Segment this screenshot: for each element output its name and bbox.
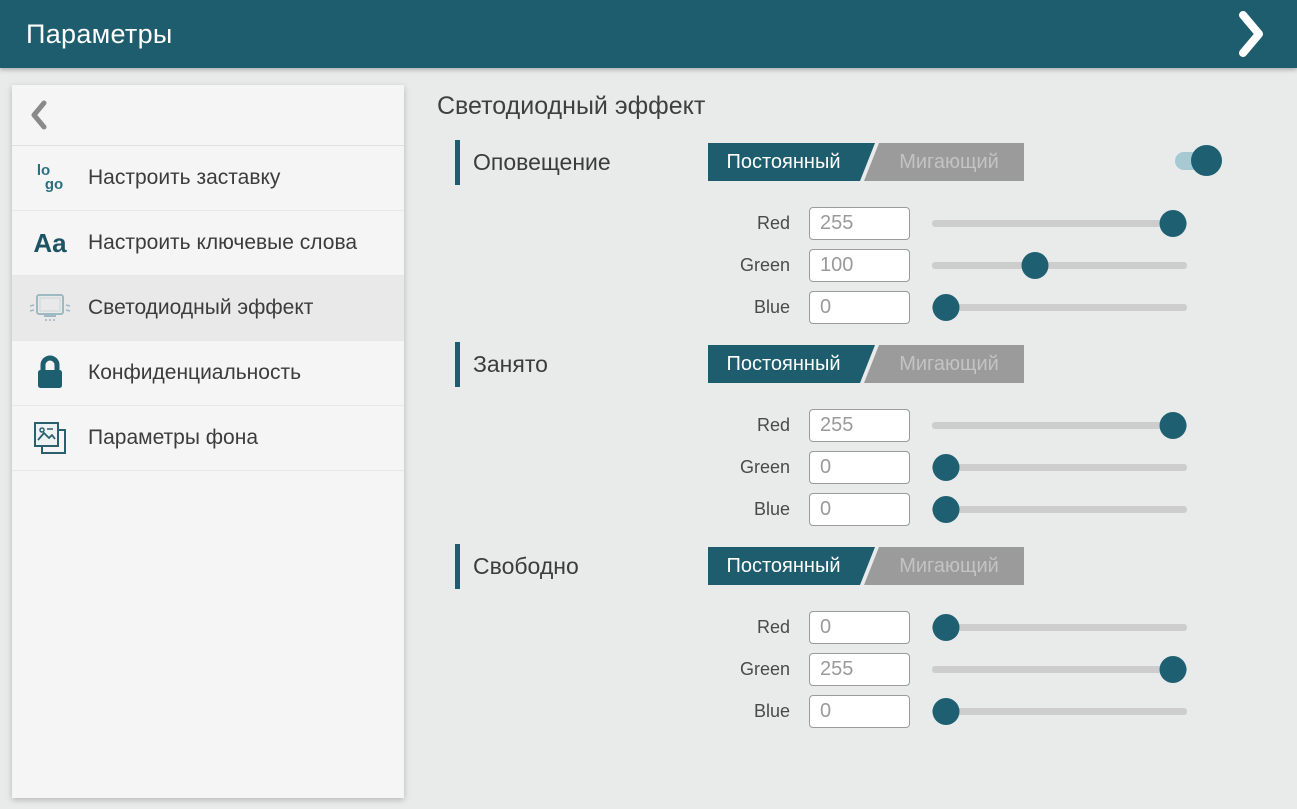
collapse-panel-button[interactable] bbox=[1231, 6, 1271, 62]
section-name: Свободно bbox=[473, 553, 579, 580]
blue-label: Blue bbox=[437, 297, 790, 318]
led-monitor-icon bbox=[12, 290, 88, 326]
slider-thumb[interactable] bbox=[933, 614, 960, 641]
red-slider[interactable] bbox=[932, 408, 1187, 442]
content-title: Светодиодный эффект bbox=[437, 92, 1297, 121]
sidebar-item-label: Конфиденциальность bbox=[88, 351, 311, 395]
sidebar-item-label: Настроить заставку bbox=[88, 156, 290, 200]
sidebar-item-label: Параметры фона bbox=[88, 416, 268, 460]
slider-thumb[interactable] bbox=[1160, 656, 1187, 683]
blue-value-input[interactable] bbox=[809, 695, 910, 728]
red-value-input[interactable] bbox=[809, 611, 910, 644]
green-label: Green bbox=[437, 659, 790, 680]
blue-value-input[interactable] bbox=[809, 291, 910, 324]
red-slider[interactable] bbox=[932, 610, 1187, 644]
sidebar-item-keywords[interactable]: Aa Настроить ключевые слова bbox=[12, 211, 404, 276]
images-icon bbox=[12, 420, 88, 456]
free-mode-segmented-control: Постоянный Мигающий bbox=[708, 547, 1024, 585]
slider-thumb[interactable] bbox=[933, 496, 960, 523]
slider-thumb[interactable] bbox=[933, 294, 960, 321]
red-value-input[interactable] bbox=[809, 207, 910, 240]
led-section-busy: Занято Постоянный Мигающий Red Green bbox=[437, 341, 1297, 526]
red-label: Red bbox=[437, 213, 790, 234]
page-title: Параметры bbox=[26, 19, 173, 50]
mode-option-blinking[interactable]: Мигающий bbox=[860, 345, 1024, 383]
main-content: Светодиодный эффект Оповещение Постоянны… bbox=[437, 92, 1297, 745]
blue-slider[interactable] bbox=[932, 694, 1187, 728]
blue-label: Blue bbox=[437, 499, 790, 520]
settings-window: Параметры logo Настроить заставку Aa Нас… bbox=[0, 0, 1297, 809]
logo-icon: logo bbox=[12, 164, 88, 192]
mode-option-constant[interactable]: Постоянный bbox=[708, 143, 875, 181]
sidebar-item-label: Светодиодный эффект bbox=[88, 286, 323, 330]
blue-slider[interactable] bbox=[932, 290, 1187, 324]
green-slider[interactable] bbox=[932, 450, 1187, 484]
mode-option-blinking[interactable]: Мигающий bbox=[860, 547, 1024, 585]
section-name: Оповещение bbox=[473, 149, 611, 176]
toggle-knob bbox=[1191, 145, 1222, 176]
mode-option-blinking[interactable]: Мигающий bbox=[860, 143, 1024, 181]
mode-option-constant[interactable]: Постоянный bbox=[708, 345, 875, 383]
red-label: Red bbox=[437, 617, 790, 638]
red-label: Red bbox=[437, 415, 790, 436]
led-section-alert: Оповещение Постоянный Мигающий Red bbox=[437, 139, 1297, 324]
red-slider[interactable] bbox=[932, 206, 1187, 240]
slider-thumb[interactable] bbox=[933, 698, 960, 725]
alert-enabled-toggle[interactable] bbox=[1175, 145, 1225, 177]
slider-thumb[interactable] bbox=[1160, 210, 1187, 237]
app-header: Параметры bbox=[0, 0, 1297, 68]
led-section-free: Свободно Постоянный Мигающий Red Green bbox=[437, 543, 1297, 728]
red-value-input[interactable] bbox=[809, 409, 910, 442]
blue-value-input[interactable] bbox=[809, 493, 910, 526]
green-slider[interactable] bbox=[932, 652, 1187, 686]
slider-thumb[interactable] bbox=[1160, 412, 1187, 439]
sidebar-item-screensaver[interactable]: logo Настроить заставку bbox=[12, 146, 404, 211]
alert-mode-segmented-control: Постоянный Мигающий bbox=[708, 143, 1024, 181]
sidebar-item-background[interactable]: Параметры фона bbox=[12, 406, 404, 471]
busy-mode-segmented-control: Постоянный Мигающий bbox=[708, 345, 1024, 383]
slider-thumb[interactable] bbox=[1022, 252, 1049, 279]
sidebar-item-privacy[interactable]: Конфиденциальность bbox=[12, 341, 404, 406]
chevron-right-icon bbox=[1237, 10, 1265, 58]
section-accent-bar bbox=[455, 342, 460, 387]
blue-label: Blue bbox=[437, 701, 790, 722]
green-label: Green bbox=[437, 255, 790, 276]
section-name: Занято bbox=[473, 351, 548, 378]
section-accent-bar bbox=[455, 544, 460, 589]
chevron-left-icon bbox=[30, 100, 47, 130]
lock-icon bbox=[12, 355, 88, 391]
letters-aa-icon: Aa bbox=[12, 228, 88, 259]
blue-slider[interactable] bbox=[932, 492, 1187, 526]
sidebar-item-led-effect[interactable]: Светодиодный эффект bbox=[12, 276, 404, 341]
mode-option-constant[interactable]: Постоянный bbox=[708, 547, 875, 585]
sidebar-item-label: Настроить ключевые слова bbox=[88, 221, 367, 265]
green-value-input[interactable] bbox=[809, 451, 910, 484]
green-value-input[interactable] bbox=[809, 249, 910, 282]
green-label: Green bbox=[437, 457, 790, 478]
sidebar-back-button[interactable] bbox=[12, 85, 404, 146]
section-accent-bar bbox=[455, 140, 460, 185]
green-value-input[interactable] bbox=[809, 653, 910, 686]
slider-thumb[interactable] bbox=[933, 454, 960, 481]
sidebar: logo Настроить заставку Aa Настроить клю… bbox=[12, 85, 404, 798]
green-slider[interactable] bbox=[932, 248, 1187, 282]
